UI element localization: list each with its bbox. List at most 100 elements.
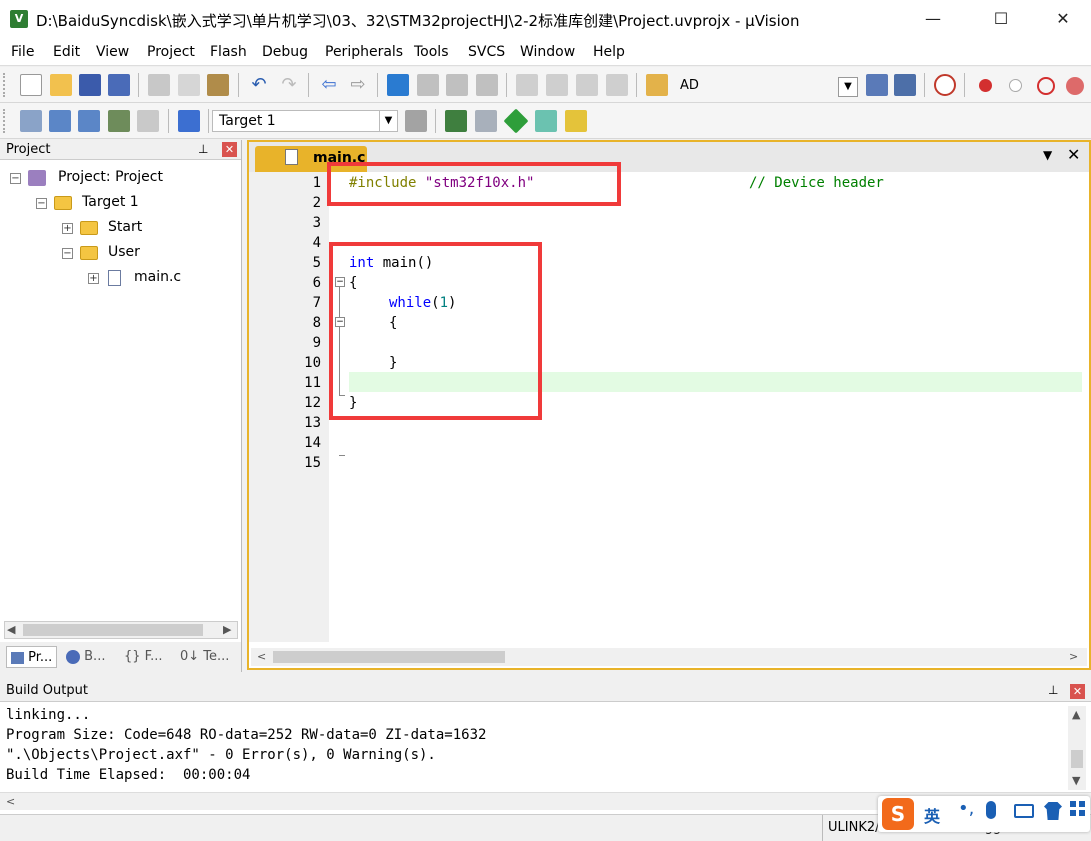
undo-icon[interactable]: ↶ — [248, 74, 270, 96]
indent-icon[interactable] — [516, 74, 538, 96]
line-number: 8 — [312, 315, 321, 331]
status-divider — [822, 815, 823, 841]
clear-bookmarks-icon[interactable] — [476, 74, 498, 96]
unindent-icon[interactable] — [546, 74, 568, 96]
menu-view[interactable]: View — [96, 44, 129, 60]
copy-icon[interactable] — [178, 74, 200, 96]
rebuild-icon[interactable] — [78, 110, 100, 132]
save-all-icon[interactable] — [108, 74, 130, 96]
insert-bookmark-icon[interactable] — [387, 74, 409, 96]
insert-breakpoint-icon[interactable] — [979, 79, 992, 92]
toolbar-grip[interactable] — [3, 109, 7, 133]
grid-menu-icon[interactable] — [1070, 801, 1086, 817]
scroll-thumb[interactable] — [273, 651, 505, 663]
new-file-icon[interactable] — [20, 74, 42, 96]
close-button[interactable]: ✕ — [1040, 0, 1086, 38]
target-options-wand-icon[interactable] — [405, 110, 427, 132]
scroll-left-icon[interactable]: ◀ — [7, 623, 15, 636]
scroll-down-icon[interactable]: ▼ — [1072, 774, 1080, 787]
disable-breakpoints-icon[interactable] — [1037, 77, 1055, 95]
build-output-title: Build Output — [6, 683, 88, 698]
menu-svcs[interactable]: SVCS — [468, 44, 505, 60]
skin-shirt-icon[interactable] — [1044, 802, 1062, 820]
menu-debug[interactable]: Debug — [262, 44, 308, 60]
scroll-right-icon[interactable]: ▶ — [223, 623, 231, 636]
tab-books[interactable]: B... — [66, 646, 105, 668]
tab-functions[interactable]: {} F... — [124, 646, 162, 668]
uncomment-icon[interactable] — [606, 74, 628, 96]
chevron-down-icon[interactable]: ▼ — [379, 111, 397, 131]
tree-label: Project: Project — [58, 169, 163, 185]
pin-icon[interactable]: ⊥ — [198, 142, 208, 156]
menu-help[interactable]: Help — [593, 44, 625, 60]
target-select-value: Target 1 — [219, 113, 276, 129]
close-panel-icon[interactable]: ✕ — [222, 142, 237, 157]
menu-edit[interactable]: Edit — [53, 44, 80, 60]
punctuation-icon[interactable]: •, — [958, 798, 974, 819]
sogou-logo-icon[interactable]: S — [882, 798, 914, 830]
tab-templates[interactable]: 0↓ Te... — [180, 646, 229, 668]
output-vertical-scrollbar[interactable]: ▲ ▼ — [1068, 706, 1086, 790]
incremental-find-icon[interactable] — [866, 74, 888, 96]
scroll-thumb[interactable] — [1071, 750, 1083, 768]
maximize-button[interactable]: ☐ — [978, 0, 1024, 38]
expand-icon[interactable]: + — [88, 273, 99, 284]
expand-icon[interactable]: + — [62, 223, 73, 234]
find-dropdown-chevron-down-icon[interactable]: ▼ — [838, 77, 858, 97]
editor-horizontal-scrollbar[interactable]: < > — [251, 648, 1087, 666]
enable-breakpoint-icon[interactable] — [1009, 79, 1022, 92]
tab-list-chevron-down-icon[interactable]: ▼ — [1043, 148, 1052, 162]
close-tab-icon[interactable]: ✕ — [1067, 145, 1080, 164]
collapse-icon[interactable]: − — [62, 248, 73, 259]
pack-installer-icon[interactable] — [535, 110, 557, 132]
paste-icon[interactable] — [207, 74, 229, 96]
menu-project[interactable]: Project — [147, 44, 195, 60]
kill-breakpoints-icon[interactable] — [1066, 77, 1084, 95]
ad-label[interactable]: AD — [680, 78, 699, 93]
start-debug-icon[interactable] — [934, 74, 956, 96]
event-recorder-icon[interactable] — [565, 110, 587, 132]
project-horizontal-scrollbar[interactable]: ◀ ▶ — [4, 621, 238, 639]
tab-project[interactable]: Pr... — [6, 646, 58, 668]
menu-file[interactable]: File — [11, 44, 34, 60]
scroll-up-icon[interactable]: ▲ — [1072, 708, 1080, 721]
open-file-icon[interactable] — [50, 74, 72, 96]
translate-icon[interactable] — [20, 110, 42, 132]
build-icon[interactable] — [49, 110, 71, 132]
find-in-files-icon[interactable] — [646, 74, 668, 96]
stop-build-icon[interactable] — [137, 110, 159, 132]
menu-tools[interactable]: Tools — [414, 44, 449, 60]
minimize-button[interactable]: — — [910, 0, 956, 38]
ime-language-toggle[interactable]: 英 — [924, 803, 940, 827]
cut-icon[interactable] — [148, 74, 170, 96]
manage-runtime-environment-icon[interactable] — [503, 108, 529, 134]
previous-bookmark-icon[interactable] — [417, 74, 439, 96]
collapse-icon[interactable]: − — [10, 173, 21, 184]
scroll-left-icon[interactable]: < — [257, 650, 266, 663]
microphone-icon[interactable] — [986, 801, 996, 819]
menu-flash[interactable]: Flash — [210, 44, 247, 60]
scroll-right-icon[interactable]: > — [1069, 650, 1078, 663]
manage-project-items-icon[interactable] — [445, 110, 467, 132]
close-panel-icon[interactable]: ✕ — [1070, 684, 1085, 699]
configure-icon[interactable] — [894, 74, 916, 96]
batch-build-icon[interactable] — [108, 110, 130, 132]
comment-icon[interactable] — [576, 74, 598, 96]
build-output-header: Build Output — [0, 680, 1091, 702]
collapse-icon[interactable]: − — [36, 198, 47, 209]
redo-icon[interactable]: ↷ — [278, 74, 300, 96]
toolbar-grip[interactable] — [3, 73, 7, 97]
scroll-thumb[interactable] — [23, 624, 203, 636]
menu-window[interactable]: Window — [520, 44, 575, 60]
navigate-forward-icon[interactable]: ⇨ — [347, 74, 369, 96]
save-icon[interactable] — [79, 74, 101, 96]
navigate-back-icon[interactable]: ⇦ — [318, 74, 340, 96]
next-bookmark-icon[interactable] — [446, 74, 468, 96]
menu-peripherals[interactable]: Peripherals — [325, 44, 403, 60]
select-packs-icon[interactable] — [475, 110, 497, 132]
keyboard-icon[interactable] — [1014, 804, 1034, 818]
target-select[interactable]: Target 1 ▼ — [212, 110, 398, 132]
pin-icon[interactable]: ⊥ — [1048, 683, 1058, 697]
download-load-icon[interactable] — [178, 110, 200, 132]
scroll-left-icon[interactable]: < — [6, 795, 15, 808]
